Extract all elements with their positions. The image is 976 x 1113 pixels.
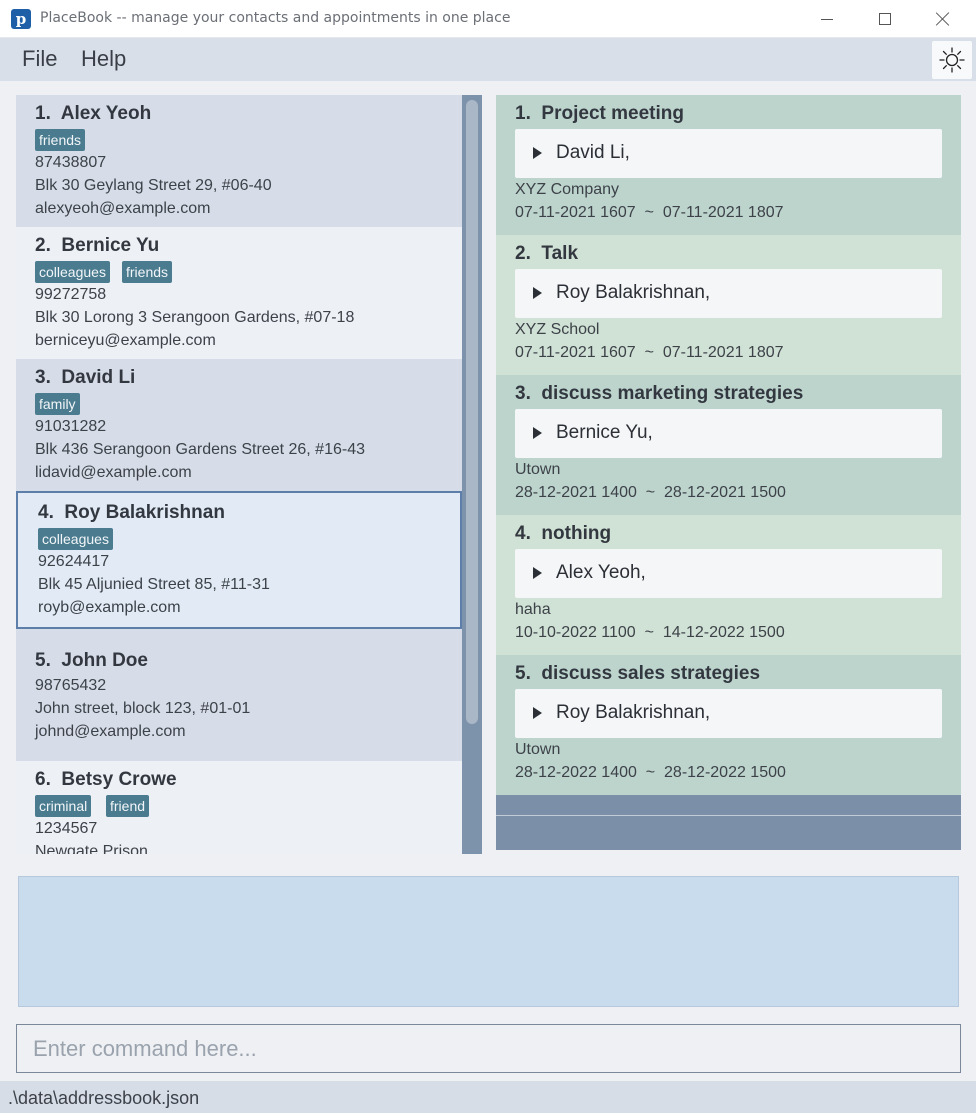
command-box[interactable]: [16, 1024, 961, 1073]
tag-friend: friend: [106, 795, 150, 817]
window-title-bar: p PlaceBook -- manage your contacts and …: [0, 0, 976, 38]
appointment-persons: Roy Balakrishnan,: [556, 282, 711, 303]
tag-colleagues: colleagues: [35, 261, 110, 283]
triangle-right-icon: [533, 147, 542, 159]
person-email: berniceyu@example.com: [35, 332, 216, 349]
appointment-persons-toggle[interactable]: Roy Balakrishnan,: [515, 269, 942, 318]
appointment-card[interactable]: 4. nothing Alex Yeoh, haha 10-10-2022 11…: [496, 515, 961, 655]
command-input[interactable]: [17, 1025, 960, 1072]
window-title: PlaceBook -- manage your contacts and ap…: [40, 10, 511, 26]
appointment-location: XYZ Company: [515, 181, 620, 198]
appointment-persons: David Li,: [556, 142, 630, 163]
tag-colleagues: colleagues: [38, 528, 113, 550]
tag-friends: friends: [35, 129, 86, 151]
appointment-card[interactable]: 1. Project meeting David Li, XYZ Company…: [496, 95, 961, 235]
minimize-button[interactable]: [798, 0, 856, 38]
app-logo-icon: p: [11, 9, 31, 29]
person-email: royb@example.com: [38, 599, 181, 616]
person-address: Blk 45 Aljunied Street 85, #11-31: [38, 576, 270, 593]
appointment-persons: Alex Yeoh,: [556, 562, 646, 583]
status-bar: .\data\addressbook.json: [0, 1081, 976, 1113]
person-phone: 92624417: [38, 553, 110, 570]
person-email: lidavid@example.com: [35, 464, 192, 481]
appointment-persons-toggle[interactable]: Roy Balakrishnan,: [515, 689, 942, 738]
menu-help[interactable]: Help: [81, 46, 126, 72]
appointment-card[interactable]: 2. Talk Roy Balakrishnan, XYZ School 07-…: [496, 235, 961, 375]
appointment-time: 28-12-2022 1400 ~ 28-12-2022 1500: [515, 764, 786, 781]
maximize-icon: [879, 13, 891, 25]
triangle-right-icon: [533, 707, 542, 719]
person-address: Blk 436 Serangoon Gardens Street 26, #16…: [35, 441, 365, 458]
appointment-persons-toggle[interactable]: Alex Yeoh,: [515, 549, 942, 598]
person-address: Blk 30 Geylang Street 29, #06-40: [35, 177, 272, 194]
sun-icon: [939, 47, 965, 73]
person-card[interactable]: 5. John Doe 98765432 John street, block …: [16, 629, 462, 761]
person-address: Blk 30 Lorong 3 Serangoon Gardens, #07-1…: [35, 309, 355, 326]
appointment-time: 07-11-2021 1607 ~ 07-11-2021 1807: [515, 344, 784, 361]
person-list-scroll-thumb[interactable]: [466, 100, 478, 724]
person-phone: 1234567: [35, 820, 98, 837]
appointment-persons: Bernice Yu,: [556, 422, 653, 443]
appointment-title: 3. discuss marketing strategies: [515, 383, 804, 404]
person-email: johnd@example.com: [35, 723, 186, 740]
person-phone: 87438807: [35, 154, 107, 171]
person-name: 4. Roy Balakrishnan: [38, 502, 225, 523]
appointment-time: 07-11-2021 1607 ~ 07-11-2021 1807: [515, 204, 784, 221]
tag-criminal: criminal: [35, 795, 92, 817]
appointment-location: haha: [515, 601, 551, 618]
appointment-time: 28-12-2021 1400 ~ 28-12-2021 1500: [515, 484, 786, 501]
person-card[interactable]: 6. Betsy Crowe criminal friend 1234567 N…: [16, 761, 462, 854]
person-list[interactable]: 1. Alex Yeoh friends 87438807 Blk 30 Gey…: [16, 95, 482, 854]
appointment-title: 5. discuss sales strategies: [515, 663, 761, 684]
minimize-icon: [821, 18, 833, 20]
triangle-right-icon: [533, 567, 542, 579]
person-name: 3. David Li: [35, 367, 136, 388]
appointment-card[interactable]: 5. discuss sales strategies Roy Balakris…: [496, 655, 961, 795]
person-name: 2. Bernice Yu: [35, 235, 160, 256]
maximize-button[interactable]: [856, 0, 914, 38]
appointment-location: XYZ School: [515, 321, 600, 338]
person-name: 1. Alex Yeoh: [35, 103, 152, 124]
person-card[interactable]: 2. Bernice Yu colleagues friends 9927275…: [16, 227, 462, 359]
person-name: 5. John Doe: [35, 650, 148, 671]
appointment-location: Utown: [515, 741, 561, 758]
person-phone: 99272758: [35, 286, 107, 303]
appointment-title: 1. Project meeting: [515, 103, 684, 124]
person-card[interactable]: 3. David Li family 91031282 Blk 436 Sera…: [16, 359, 462, 491]
menu-file[interactable]: File: [22, 46, 57, 72]
person-phone: 98765432: [35, 677, 107, 694]
triangle-right-icon: [533, 287, 542, 299]
person-card[interactable]: 1. Alex Yeoh friends 87438807 Blk 30 Gey…: [16, 95, 462, 227]
person-address: Newgate Prison: [35, 843, 148, 854]
appointment-card[interactable]: 3. discuss marketing strategies Bernice …: [496, 375, 961, 515]
tag-family: family: [35, 393, 80, 415]
appointment-list-divider: [496, 815, 961, 816]
appointment-persons-toggle[interactable]: Bernice Yu,: [515, 409, 942, 458]
person-phone: 91031282: [35, 418, 107, 435]
person-card-selected[interactable]: 4. Roy Balakrishnan colleagues 92624417 …: [16, 491, 462, 629]
tag-friends: friends: [122, 261, 173, 283]
appointment-location: Utown: [515, 461, 561, 478]
close-button[interactable]: [914, 0, 972, 38]
result-display: [18, 876, 959, 1007]
triangle-right-icon: [533, 427, 542, 439]
appointment-title: 4. nothing: [515, 523, 612, 544]
save-location: .\data\addressbook.json: [8, 1088, 200, 1108]
close-icon: [936, 12, 950, 26]
theme-toggle-button[interactable]: [932, 41, 972, 79]
appointment-list[interactable]: 1. Project meeting David Li, XYZ Company…: [496, 95, 961, 850]
appointment-persons: Roy Balakrishnan,: [556, 702, 711, 723]
person-address: John street, block 123, #01-01: [35, 700, 251, 717]
person-name: 6. Betsy Crowe: [35, 769, 177, 790]
appointment-persons-toggle[interactable]: David Li,: [515, 129, 942, 178]
menu-bar: File Help: [0, 38, 976, 81]
appointment-time: 10-10-2022 1100 ~ 14-12-2022 1500: [515, 624, 785, 641]
appointment-title: 2. Talk: [515, 243, 579, 264]
person-email: alexyeoh@example.com: [35, 200, 211, 217]
